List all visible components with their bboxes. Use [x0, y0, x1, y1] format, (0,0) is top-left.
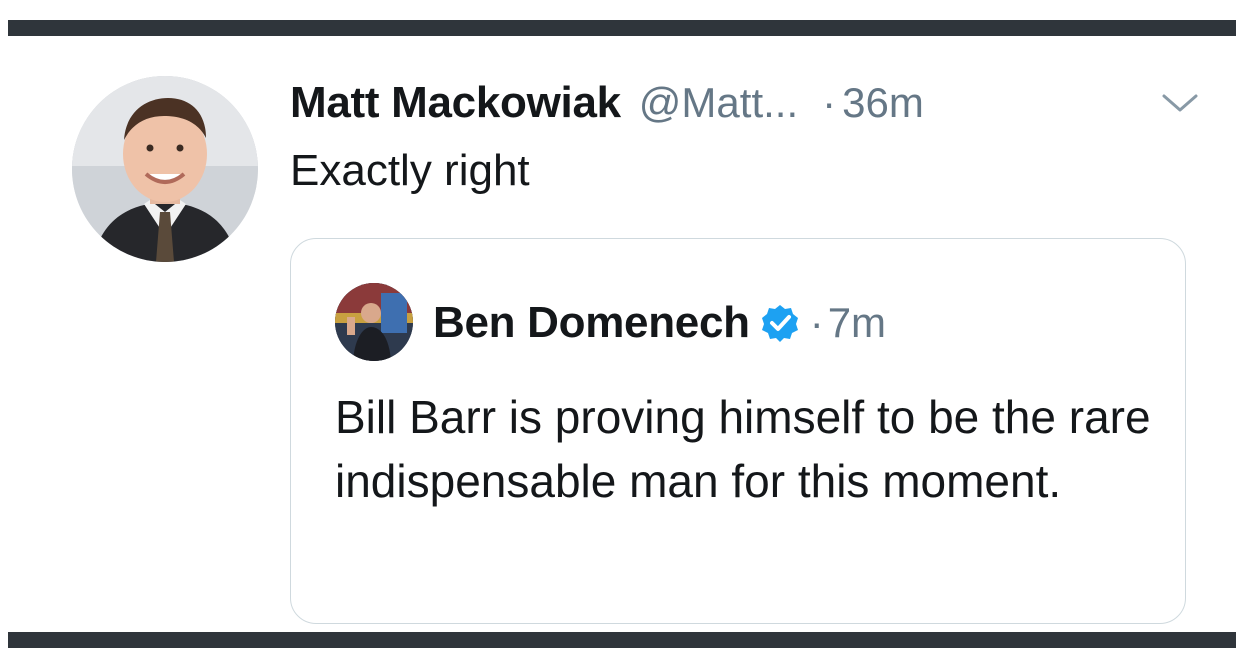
- tweet-header: Matt Mackowiak @Matt... · 36m: [290, 74, 924, 132]
- quoted-author-avatar[interactable]: [335, 283, 413, 361]
- author-name[interactable]: Matt Mackowiak: [290, 78, 621, 128]
- chevron-down-icon: [1162, 94, 1198, 112]
- quoted-author-name[interactable]: Ben Domenech: [433, 298, 750, 348]
- tweet-timestamp[interactable]: 36m: [842, 79, 924, 127]
- quoted-tweet-card[interactable]: Ben Domenech · 7m Bill Barr is proving h…: [290, 238, 1186, 624]
- separator-dot: ·: [822, 79, 837, 126]
- verified-badge-icon: [761, 305, 798, 342]
- frame-bottom-bar: [8, 632, 1236, 648]
- tweet-menu-button[interactable]: [1160, 88, 1200, 118]
- tweet-text: Exactly right: [290, 146, 530, 195]
- author-handle[interactable]: @Matt...: [639, 79, 798, 127]
- profile-photo-icon: [335, 283, 413, 361]
- author-avatar[interactable]: [72, 76, 258, 262]
- quoted-tweet-text: Bill Barr is proving himself to be the r…: [335, 391, 1151, 507]
- quoted-tweet-header: Ben Domenech · 7m: [433, 295, 886, 351]
- frame-top-bar: [8, 20, 1236, 36]
- profile-photo-icon: [72, 76, 258, 262]
- quoted-tweet-timestamp[interactable]: 7m: [828, 299, 886, 347]
- separator-dot: ·: [809, 299, 824, 346]
